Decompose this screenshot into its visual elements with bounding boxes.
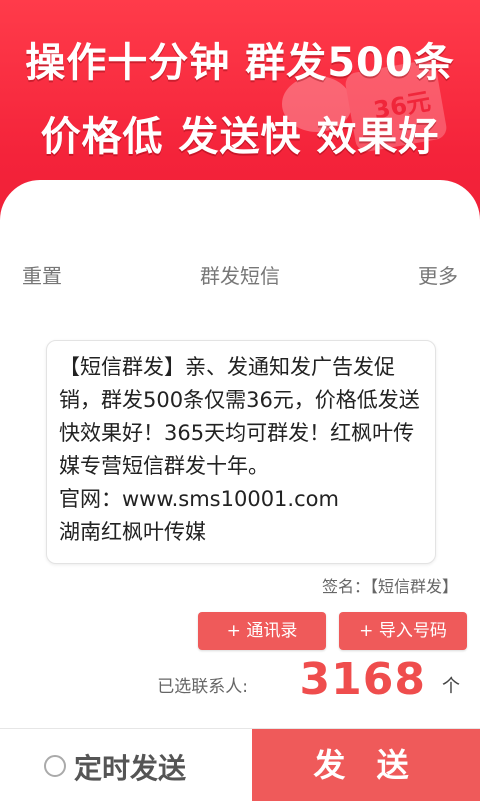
selected-contacts-unit: 个	[442, 676, 460, 697]
more-button[interactable]: 更多	[418, 260, 458, 289]
banner-headline-1: 操作十分钟 群发500条	[25, 40, 455, 86]
bottom-bar: 定时发送 发 送	[0, 728, 480, 801]
message-text: 【短信群发】亲、发通知发广告发促销，群发500条仅需36元，价格低发送快效果好！…	[59, 355, 420, 544]
page-title: 群发短信	[200, 264, 280, 288]
selected-contacts-count: 3168	[299, 654, 426, 705]
radio-unchecked-icon[interactable]	[44, 755, 66, 777]
timed-send-label: 定时发送	[74, 752, 187, 785]
message-textarea[interactable]: 【短信群发】亲、发通知发广告发促销，群发500条仅需36元，价格低发送快效果好！…	[46, 340, 436, 564]
toolbar: 群发短信 重置 更多	[0, 260, 480, 290]
reset-button[interactable]: 重置	[22, 260, 62, 289]
signature-label[interactable]: 签名：【短信群发】	[322, 573, 458, 597]
add-contacts-button[interactable]: + 通讯录	[198, 612, 326, 650]
banner-headline-2: 价格低 发送快 效果好	[40, 114, 440, 160]
selected-contacts-label: 已选联系人:	[157, 677, 248, 697]
import-numbers-button[interactable]: + 导入号码	[339, 612, 467, 650]
send-button[interactable]: 发 送	[252, 729, 480, 801]
